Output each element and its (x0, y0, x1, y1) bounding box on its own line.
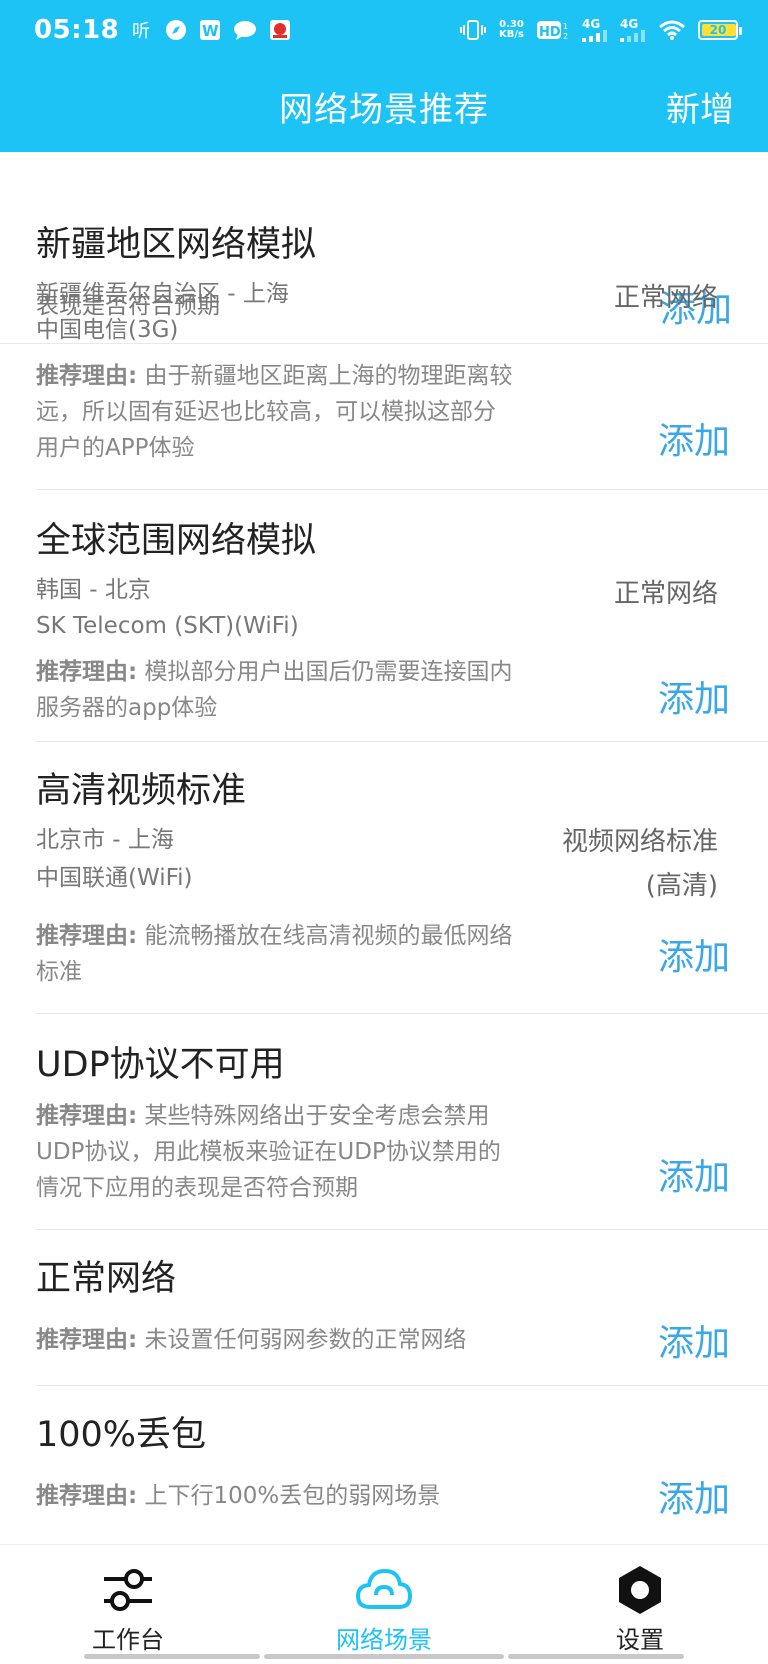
nav-item-settings[interactable]: 设置 (512, 1545, 768, 1655)
title-bar: 网络场景推荐 新增 (0, 60, 768, 152)
nav-item-workbench[interactable]: 工作台 (0, 1545, 256, 1655)
add-button[interactable]: 添加 (658, 412, 730, 464)
svg-text:HD: HD (539, 25, 561, 40)
list-item[interactable]: 100%丢包 推荐理由: 上下行100%丢包的弱网场景 添加 (36, 1386, 768, 1544)
reason-label: 推荐理由: (36, 1327, 138, 1353)
scenario-title: 正常网络 (36, 1259, 177, 1299)
scenario-reason: 推荐理由: 未设置任何弱网参数的正常网络 (36, 1327, 467, 1353)
vibrate-icon (459, 19, 487, 41)
list-item[interactable]: UDP协议不可用 推荐理由: 某些特殊网络出于安全考虑会禁用 UDP协议，用此模… (36, 1014, 768, 1230)
add-button[interactable]: 添加 (658, 1470, 730, 1522)
scenario-carrier: 中国联通(WiFi) (36, 865, 193, 891)
bottom-nav: 工作台 网络场景 设置 (0, 1544, 768, 1664)
battery-icon: 20 (698, 20, 742, 40)
gear-icon (614, 1563, 666, 1616)
svg-text:1: 1 (563, 22, 568, 31)
network-speed: 0.30 KB/s (499, 19, 524, 40)
nav-label: 网络场景 (336, 1626, 432, 1654)
app-notification-icon (269, 19, 291, 41)
scenario-route: 新疆维吾尔自治区 - 上海 (36, 281, 289, 307)
scenario-title: 全球范围网络模拟 (36, 521, 317, 561)
cloud-icon (354, 1563, 414, 1616)
scenario-title: 100%丢包 (36, 1415, 207, 1455)
signal-2-icon: 4G (620, 18, 646, 42)
svg-text:2: 2 (563, 32, 568, 41)
svg-text:听: 听 (132, 21, 150, 41)
list-item[interactable]: 正常网络 推荐理由: 未设置任何弱网参数的正常网络 添加 (36, 1230, 768, 1386)
status-time: 05:18 (34, 15, 120, 45)
add-button[interactable]: 添加 (658, 1314, 730, 1366)
add-button[interactable]: 添加 (658, 670, 730, 722)
home-indicator (0, 1654, 768, 1660)
signal-1-icon: 4G (582, 18, 608, 42)
hd-volte-icon: HD 1 2 (536, 19, 570, 41)
reason-label: 推荐理由: (36, 1483, 138, 1509)
scenario-list[interactable]: 表现是否符合预期 添加 新疆地区网络模拟 新疆维吾尔自治区 - 上海 中国电信(… (0, 152, 768, 1544)
scenario-reason: 推荐理由: 由于新疆地区距离上海的物理距离较 远，所以固有延迟也比较高，可以模拟… (36, 363, 513, 461)
add-button[interactable]: 添加 (658, 1148, 730, 1200)
reason-label: 推荐理由: (36, 923, 138, 949)
scenario-title: 新疆地区网络模拟 (36, 225, 317, 265)
scenario-carrier: 中国电信(3G) (36, 317, 179, 343)
reason-label: 推荐理由: (36, 1103, 138, 1129)
scenario-reason: 推荐理由: 能流畅播放在线高清视频的最低网络 标准 (36, 923, 513, 985)
nav-label: 工作台 (92, 1626, 164, 1654)
network-profile: 正常网络 (613, 579, 718, 609)
list-item[interactable]: 高清视频标准 北京市 - 上海 中国联通(WiFi) 视频网络标准 (高清) 推… (36, 742, 768, 1014)
scenario-reason: 推荐理由: 模拟部分用户出国后仍需要连接国内 服务器的app体验 (36, 659, 513, 721)
compass-icon (165, 19, 187, 41)
status-bar: 05:18 听 W 0.30 KB/s HD 1 2 4G 4G 20 (0, 0, 768, 60)
add-button[interactable]: 添加 (658, 928, 730, 980)
svg-text:W: W (202, 22, 219, 40)
hearing-icon: 听 (131, 19, 153, 41)
list-item[interactable]: 全球范围网络模拟 韩国 - 北京 SK Telecom (SKT)(WiFi) … (36, 490, 768, 742)
scenario-route: 韩国 - 北京 (36, 577, 151, 603)
sliders-icon (100, 1563, 156, 1616)
scenario-route: 北京市 - 上海 (36, 827, 174, 853)
scenario-title: UDP协议不可用 (36, 1045, 285, 1085)
scenario-reason: 推荐理由: 上下行100%丢包的弱网场景 (36, 1483, 441, 1509)
scenario-carrier: SK Telecom (SKT)(WiFi) (36, 613, 299, 639)
page-title: 网络场景推荐 (279, 90, 489, 130)
add-new-button[interactable]: 新增 (666, 82, 734, 131)
nav-label: 设置 (616, 1626, 664, 1654)
reason-label: 推荐理由: (36, 659, 138, 685)
list-item[interactable]: 新疆地区网络模拟 新疆维吾尔自治区 - 上海 中国电信(3G) 正常网络 推荐理… (36, 192, 768, 490)
scenario-reason: 推荐理由: 某些特殊网络出于安全考虑会禁用 UDP协议，用此模板来验证在UDP协… (36, 1103, 501, 1201)
wifi-icon (658, 19, 686, 41)
network-profile: 视频网络标准 (高清) (561, 827, 718, 901)
app-header: 05:18 听 W 0.30 KB/s HD 1 2 4G 4G 20 网络场景… (0, 0, 768, 152)
nav-item-network-scenes[interactable]: 网络场景 (256, 1545, 512, 1655)
message-icon (233, 19, 257, 41)
reason-label: 推荐理由: (36, 363, 138, 389)
wps-icon: W (199, 19, 221, 41)
network-profile: 正常网络 (613, 283, 718, 313)
scenario-title: 高清视频标准 (36, 771, 247, 811)
